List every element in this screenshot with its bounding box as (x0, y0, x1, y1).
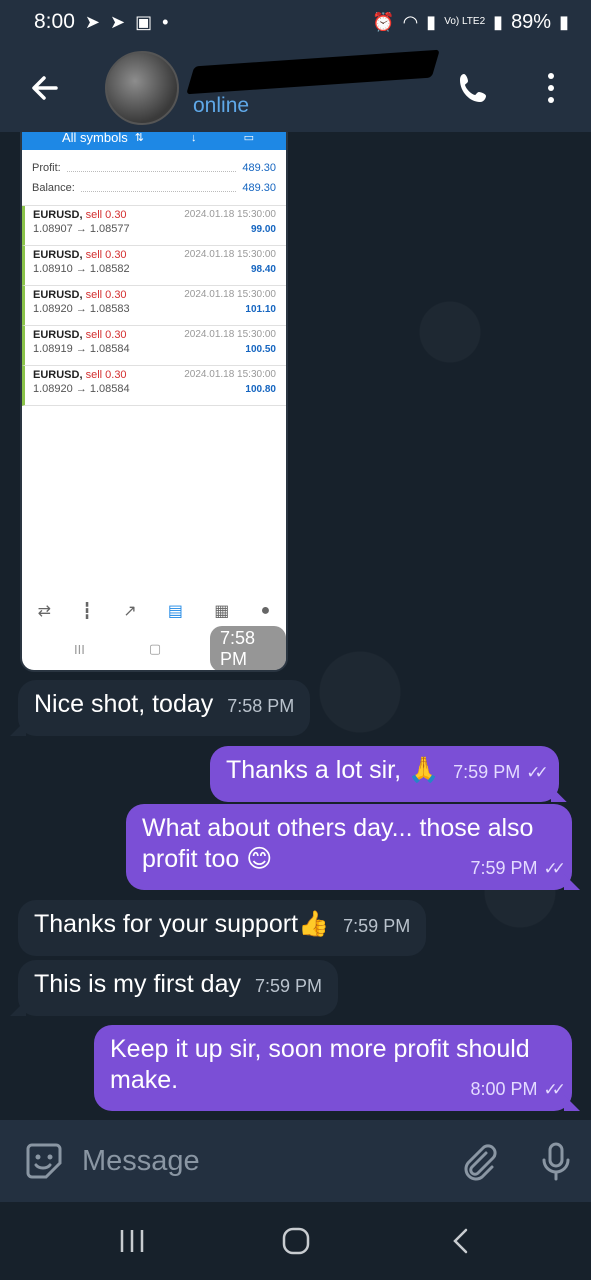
incoming-message[interactable]: This is my first day 7:59 PM (10, 960, 339, 1016)
network-type: Vo) LTE2 (444, 16, 486, 27)
message-time: 7:58 PM (227, 696, 295, 716)
home-button[interactable] (266, 1211, 326, 1271)
balance-row: Balance: 489.30 (32, 182, 276, 194)
incoming-message[interactable]: Thanks for your support👍 7:59 PM (18, 900, 427, 956)
status-bar: 8:00 ➤ ➤ ▣ • ⏰ ◠ ▮ Vo) LTE2 ▮ 89% ▮ (0, 0, 591, 44)
gallery-icon: ▣ (135, 11, 153, 32)
telegram-icon: ➤ (84, 11, 100, 32)
message-time: 7:59 PM (470, 858, 538, 878)
symbols-tab: All symbols (62, 132, 128, 145)
message-text: Nice shot, today (34, 690, 214, 718)
battery-level: 89% (511, 10, 552, 33)
double-check-icon: ✓✓ (526, 763, 548, 782)
trade-row: EURUSD, sell 0.30 1.08907 → 1.08577 2024… (22, 206, 286, 246)
contact-status: online (193, 94, 250, 117)
quotes-icon: ⇄ (37, 603, 52, 620)
outgoing-message[interactable]: What about others day... those also prof… (126, 804, 580, 890)
trade-row: EURUSD, sell 0.30 1.08910 → 1.08582 2024… (22, 246, 286, 286)
battery-icon: ▮ (559, 11, 569, 32)
screenshot-message[interactable]: All symbols ⇅ ↓ ▭ Profit: 489.30 Balance:… (20, 132, 288, 672)
trading-app-toolbar: All symbols ⇅ ↓ ▭ (22, 132, 286, 150)
contact-name-redacted (186, 49, 440, 95)
news-icon: ▦ (214, 603, 230, 620)
incoming-message[interactable]: Nice shot, today 7:58 PM (10, 680, 311, 736)
telegram-icon: ➤ (109, 11, 126, 32)
back-button[interactable] (15, 58, 75, 118)
message-time: 7:59 PM (453, 762, 521, 782)
message-time: 7:59 PM (343, 916, 411, 936)
attach-button[interactable] (456, 1139, 500, 1183)
avatar[interactable] (105, 51, 179, 125)
sticker-icon (26, 1143, 62, 1179)
chevron-left-icon (453, 1228, 468, 1254)
paperclip-icon (464, 1144, 497, 1181)
chart-icon: ┇ (82, 603, 92, 620)
signal-icon: ▮ (426, 11, 437, 32)
trade-icon: ↗ (123, 603, 137, 620)
chat-header: online (0, 44, 591, 132)
outgoing-message[interactable]: Keep it up sir, soon more profit should … (94, 1025, 580, 1111)
status-time: 8:00 (34, 10, 75, 33)
messages-icon: ● (260, 602, 271, 619)
contact-info[interactable]: online (186, 49, 440, 125)
wifi-icon: ◠ (402, 11, 419, 32)
message-input[interactable] (82, 1139, 422, 1183)
trade-row: EURUSD, sell 0.30 1.08920 → 1.08584 2024… (22, 366, 286, 406)
microphone-icon (542, 1142, 570, 1181)
trade-row: EURUSD, sell 0.30 1.08920 → 1.08583 2024… (22, 286, 286, 326)
message-input-bar (0, 1120, 591, 1202)
double-check-icon: ✓✓ (543, 859, 566, 878)
history-icon: ▤ (167, 603, 183, 620)
dot-icon: • (162, 11, 169, 32)
recent-apps-button[interactable] (102, 1211, 162, 1271)
more-vert-icon[interactable] (538, 66, 564, 110)
home-icon (282, 1227, 310, 1255)
message-time: 7:59 PM (254, 976, 323, 996)
recent-apps-icon (120, 1230, 144, 1252)
voice-record-button[interactable] (534, 1139, 578, 1183)
phone-icon (460, 74, 486, 102)
trading-app-tabbar: ⇄ ┇ ↗ ▤ ▦ ● (22, 596, 286, 626)
message-text: Thanks a lot sir, 🙏 (226, 756, 440, 784)
alarm-icon: ⏰ (372, 11, 395, 32)
emoji-button[interactable] (22, 1139, 66, 1183)
back-nav-button[interactable] (432, 1211, 492, 1271)
arrow-left-icon (32, 76, 58, 100)
signal-icon: ▮ (493, 11, 504, 32)
message-text: Thanks for your support👍 (34, 910, 330, 938)
trade-row: EURUSD, sell 0.30 1.08919 → 1.08584 2024… (22, 326, 286, 366)
outgoing-message[interactable]: Thanks a lot sir, 🙏 7:59 PM ✓✓ (210, 746, 567, 802)
message-text: This is my first day (34, 970, 241, 998)
message-time: 7:58 PM (210, 626, 286, 670)
profit-row: Profit: 489.30 (32, 162, 276, 174)
chat-area[interactable]: All symbols ⇅ ↓ ▭ Profit: 489.30 Balance:… (0, 132, 591, 1120)
toolbar-icons: ⇅ ↓ ▭ (134, 132, 276, 144)
double-check-icon: ✓✓ (543, 1080, 566, 1099)
message-time: 8:00 PM (470, 1079, 538, 1099)
call-button[interactable] (452, 66, 496, 110)
system-nav-bar (0, 1202, 591, 1280)
